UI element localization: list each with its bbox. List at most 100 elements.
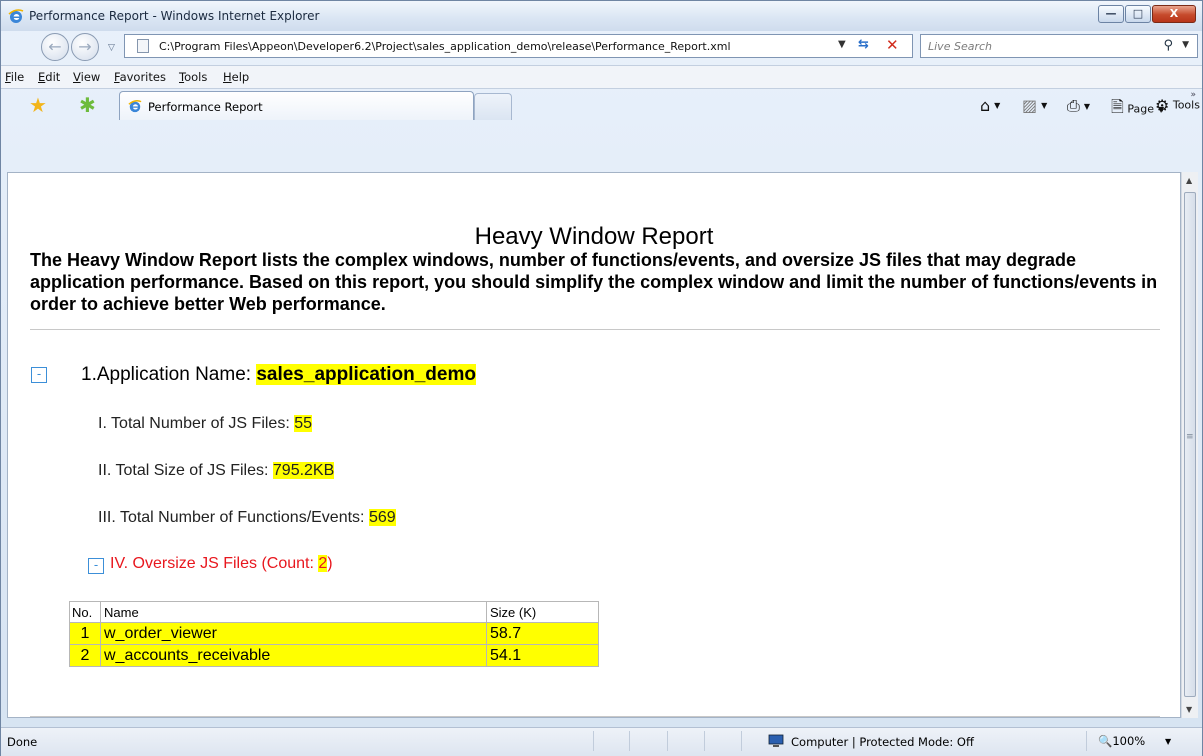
add-favorite-icon[interactable]: ✱ xyxy=(79,93,96,117)
menu-bar: File Edit View Favorites Tools Help xyxy=(1,65,1202,89)
page-icon xyxy=(137,39,149,53)
close-button[interactable]: X xyxy=(1152,5,1196,23)
report-title: Heavy Window Report xyxy=(474,223,714,250)
oversize-suffix: ) xyxy=(327,555,333,572)
stat-label: I. Total Number of JS Files: xyxy=(98,415,295,432)
forward-button[interactable]: → xyxy=(71,33,99,61)
history-dropdown-icon[interactable]: ▽ xyxy=(108,43,115,53)
status-separator xyxy=(1086,731,1087,751)
stat-value: 55 xyxy=(294,415,313,432)
stop-icon[interactable]: ✕ xyxy=(886,36,899,54)
report-intro: The Heavy Window Report lists the comple… xyxy=(30,250,1158,314)
scrollbar-thumb[interactable] xyxy=(1184,192,1196,697)
menu-help[interactable]: Help xyxy=(223,70,249,84)
status-separator xyxy=(704,731,705,751)
row-file-size: 54.1 xyxy=(486,644,599,667)
table-row: 1 w_order_viewer 58.7 xyxy=(69,622,599,645)
more-commands-icon[interactable]: » xyxy=(1190,90,1196,100)
oversize-count: 2 xyxy=(318,555,328,572)
row-file-size: 58.7 xyxy=(486,622,599,645)
table-row: 2 w_accounts_receivable 54.1 xyxy=(69,644,599,667)
zoom-level[interactable]: 🔍100% xyxy=(1098,734,1145,748)
refresh-icon[interactable]: ⇆ xyxy=(858,37,869,52)
browser-window: Performance Report - Windows Internet Ex… xyxy=(0,0,1203,756)
computer-zone-icon xyxy=(768,734,784,747)
rss-icon: ▨ xyxy=(1022,96,1038,115)
stat-js-file-count: I. Total Number of JS Files: 55 xyxy=(98,415,313,433)
row-number: 1 xyxy=(69,622,101,645)
search-dropdown-icon[interactable]: ▼ xyxy=(1182,40,1189,50)
feeds-button[interactable]: ▨ ▼ xyxy=(1022,96,1047,115)
scroll-down-icon[interactable]: ▼ xyxy=(1186,705,1192,714)
status-separator xyxy=(629,731,630,751)
scroll-up-icon[interactable]: ▲ xyxy=(1186,176,1192,185)
tab-title: Performance Report xyxy=(148,100,263,114)
vertical-scrollbar[interactable]: ▲ ≡ ▼ xyxy=(1181,172,1198,718)
tools-menu-label: Tools xyxy=(1172,98,1200,112)
stat-js-file-size: II. Total Size of JS Files: 795.2KB xyxy=(98,462,335,480)
favorites-star-icon[interactable]: ★ xyxy=(29,93,47,117)
menu-tools[interactable]: Tools xyxy=(179,70,207,84)
menu-view[interactable]: View xyxy=(73,70,100,84)
document-area: Heavy Window Report The Heavy Window Rep… xyxy=(7,172,1181,718)
table-header-row: No. Name Size (K) xyxy=(69,601,599,623)
address-input[interactable]: C:\Program Files\Appeon\Developer6.2\Pro… xyxy=(159,40,731,53)
new-tab-button[interactable] xyxy=(474,93,512,120)
maximize-icon: □ xyxy=(1132,7,1144,20)
divider xyxy=(30,329,1160,330)
bottom-divider xyxy=(30,716,1160,717)
application-name-line: 1.Application Name: sales_application_de… xyxy=(81,364,476,386)
search-input[interactable]: Live Search xyxy=(928,40,992,53)
back-arrow-icon: ← xyxy=(48,37,62,56)
home-button[interactable]: ⌂ ▼ xyxy=(980,96,1000,115)
forward-arrow-icon: → xyxy=(78,37,92,56)
close-icon: X xyxy=(1169,7,1179,20)
column-header-name: Name xyxy=(100,601,487,623)
window-controls: — □ X xyxy=(1097,5,1196,23)
zoom-value: 100% xyxy=(1112,734,1146,748)
stat-value: 569 xyxy=(368,509,396,526)
printer-icon: ⎙ xyxy=(1067,96,1080,115)
column-header-no: No. xyxy=(69,601,101,623)
ie-logo-icon xyxy=(8,9,24,23)
menu-favorites[interactable]: Favorites xyxy=(114,70,166,84)
tab-ie-icon xyxy=(128,100,142,113)
status-separator xyxy=(741,731,742,751)
address-bar[interactable]: C:\Program Files\Appeon\Developer6.2\Pro… xyxy=(124,34,913,58)
search-icon[interactable]: ⚲ xyxy=(1163,38,1173,53)
title-bar: Performance Report - Windows Internet Ex… xyxy=(1,1,1202,31)
row-file-name: w_accounts_receivable xyxy=(100,644,487,667)
back-button[interactable]: ← xyxy=(41,33,69,61)
search-box[interactable]: Live Search ⚲ ▼ xyxy=(920,34,1198,58)
oversize-files-table: No. Name Size (K) 1 w_order_viewer 58.7 … xyxy=(69,601,599,667)
maximize-button[interactable]: □ xyxy=(1125,5,1151,23)
menu-file[interactable]: File xyxy=(5,70,24,84)
status-separator xyxy=(593,731,594,751)
navigation-bar: ← → ▽ C:\Program Files\Appeon\Developer6… xyxy=(1,31,1202,63)
status-separator xyxy=(667,731,668,751)
zoom-icon: 🔍 xyxy=(1098,734,1113,748)
column-header-size: Size (K) xyxy=(486,601,599,623)
stat-function-count: III. Total Number of Functions/Events: 5… xyxy=(98,509,396,527)
collapse-app-button[interactable]: - xyxy=(31,367,47,383)
stat-value: 795.2KB xyxy=(272,462,335,479)
stat-label: III. Total Number of Functions/Events: xyxy=(98,509,369,526)
zoom-dropdown-icon[interactable]: ▼ xyxy=(1165,737,1171,746)
address-dropdown-icon[interactable]: ▼ xyxy=(838,39,846,50)
oversize-files-heading: IV. Oversize JS Files (Count: 2) xyxy=(110,555,333,573)
security-zone[interactable]: Computer | Protected Mode: Off xyxy=(791,735,974,749)
oversize-prefix: IV. Oversize JS Files (Count: xyxy=(110,555,319,572)
collapse-oversize-button[interactable]: - xyxy=(88,558,104,574)
print-button[interactable]: ⎙ ▼ xyxy=(1067,96,1090,116)
scrollbar-grip-icon: ≡ xyxy=(1186,432,1194,442)
favorites-bar: ★ ✱ Performance Report ⌂ ▼ ▨ ▼ ⎙ ▼ 🗎 Page ▼ … xyxy=(1,88,1202,120)
window-title: Performance Report - Windows Internet Ex… xyxy=(29,9,320,23)
status-text: Done xyxy=(7,735,38,749)
minimize-button[interactable]: — xyxy=(1098,5,1124,23)
tab-performance-report[interactable]: Performance Report xyxy=(119,91,474,120)
application-name-label: 1.Application Name: xyxy=(81,364,257,385)
menu-edit[interactable]: Edit xyxy=(38,70,60,84)
row-file-name: w_order_viewer xyxy=(100,622,487,645)
page-icon: 🗎 xyxy=(1111,97,1124,116)
status-bar: Done Computer | Protected Mode: Off 🔍100… xyxy=(1,727,1202,756)
